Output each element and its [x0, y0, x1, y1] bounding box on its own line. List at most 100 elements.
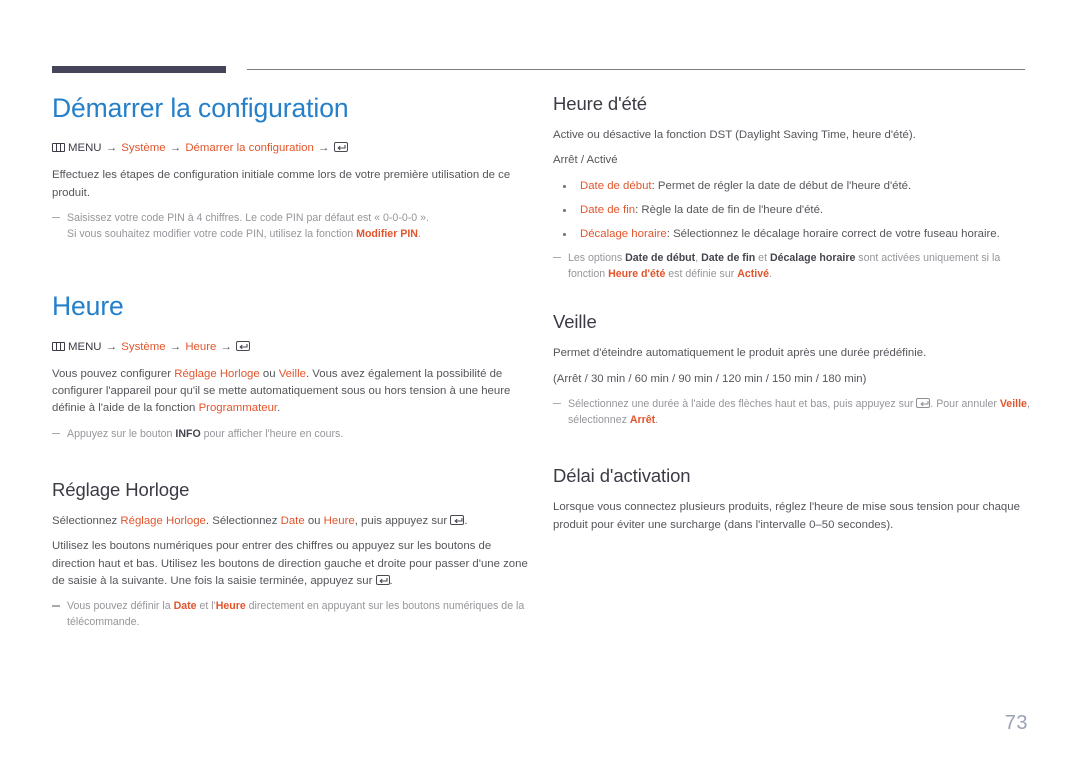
menu-step-demarrer: Démarrer la configuration	[185, 142, 314, 155]
para-rh-c: . Sélectionnez	[205, 514, 281, 527]
note-dh-a: Vous pouvez définir la	[67, 600, 174, 613]
page-number: 73	[1004, 712, 1028, 734]
page-title: Démarrer la configuration	[52, 93, 349, 123]
note-v-a: Sélectionnez une durée à l'aide des flèc…	[568, 398, 917, 411]
para-rh2-text: Utilisez les boutons numériques pour ent…	[52, 540, 528, 587]
section-reglage-horloge: Réglage Horloge Sélectionnez Réglage Hor…	[52, 478, 532, 631]
arrow-glyph: →	[318, 142, 330, 155]
note-v-f: .	[655, 414, 659, 427]
heading-heure: Heure	[52, 291, 124, 322]
bullet-desc: : Sélectionnez le décalage horaire corre…	[666, 228, 1000, 240]
note-oa-heure-dete: Heure d'été	[608, 268, 666, 281]
menu-step-systeme: Système	[121, 142, 166, 155]
note-oa-i: est définie sur	[665, 268, 738, 281]
header-rule-thin	[247, 69, 1025, 70]
note-info-c: pour afficher l'heure en cours.	[200, 427, 344, 440]
header-rule-thick	[52, 66, 226, 73]
menu-step-heure: Heure	[185, 340, 217, 353]
section-heure: Heure MENU → Système → Heure → Vous pouv…	[52, 290, 532, 442]
note-oa-date-fin: Date de fin	[701, 252, 756, 265]
section-demarrer-la-configuration: Démarrer la configuration MENU → Système…	[52, 92, 532, 242]
paragraph-veille: Permet d'éteindre automatiquement le pro…	[553, 347, 927, 360]
para-heure-reglage-horloge: Réglage Horloge	[174, 367, 260, 380]
arrow-glyph: →	[220, 340, 232, 353]
arrow-glyph: →	[105, 340, 118, 353]
section-heure-dete: Heure d'été Active ou désactive la fonct…	[553, 92, 1031, 282]
note-pin-modifier-pin: Modifier PIN	[356, 228, 418, 241]
enter-key-icon	[916, 398, 931, 409]
menu-label: MENU	[68, 142, 102, 155]
document-page: Démarrer la configuration MENU → Système…	[0, 0, 1080, 763]
paragraph-heure: Vous pouvez configurer Réglage Horloge o…	[52, 366, 532, 418]
note-info-a: Appuyez sur le bouton	[67, 427, 176, 440]
para-rh-h: .	[464, 514, 468, 527]
list-item: Décalage horaire: Sélectionnez le décala…	[553, 226, 1031, 243]
para-heure-a: Vous pouvez configurer	[52, 367, 175, 380]
note-dh-heure: Heure	[215, 600, 246, 613]
para-rh-e: ou	[304, 514, 324, 527]
para-rh2-end: .	[389, 574, 393, 587]
note-oa-e: et	[755, 252, 770, 265]
menu-icon	[52, 143, 65, 153]
para-heure-programmateur: Programmateur	[198, 402, 278, 415]
heading-veille: Veille	[553, 311, 597, 333]
heading-reglage-horloge: Réglage Horloge	[52, 478, 190, 500]
para-rh-date: Date	[280, 514, 305, 527]
section-delai-activation: Délai d'activation Lorsque vous connecte…	[553, 464, 1031, 534]
enter-key-icon	[333, 142, 348, 153]
options-heure-dete: Arrêt / Activé	[553, 154, 618, 167]
enter-key-icon	[375, 574, 390, 585]
paragraph-reglage-1: Sélectionnez Réglage Horloge. Sélectionn…	[52, 513, 532, 530]
paragraph-demarrer: Effectuez les étapes de configuration in…	[52, 169, 511, 199]
note-options-activees: Les options Date de début, Date de fin e…	[553, 250, 1031, 282]
note-oa-k: .	[768, 268, 772, 281]
bullet-term-decalage-horaire: Décalage horaire	[580, 228, 667, 240]
para-rh-g: , puis appuyez sur	[354, 514, 451, 527]
note-pin-line1: Saisissez votre code PIN à 4 chiffres. L…	[67, 212, 429, 225]
note-pin-line2-a: Si vous souhaitez modifier votre code PI…	[67, 228, 357, 241]
arrow-glyph: →	[169, 340, 182, 353]
header-rule	[52, 66, 1025, 74]
note-oa-decalage: Décalage horaire	[769, 252, 856, 265]
enter-key-icon	[236, 340, 251, 351]
section-veille: Veille Permet d'éteindre automatiquement…	[553, 310, 1031, 428]
note-info-label: INFO	[175, 427, 201, 440]
para-heure-veille: Veille	[278, 367, 306, 380]
note-pin-line2-c: .	[417, 228, 421, 241]
bullet-term-date-de-fin: Date de fin	[580, 203, 636, 216]
paragraph-heure-dete: Active ou désactive la fonction DST (Day…	[553, 129, 916, 142]
bullet-desc: : Règle la date de fin de l'heure d'été.	[635, 203, 824, 216]
bullet-term-date-de-debut: Date de début	[580, 179, 652, 192]
arrow-glyph: →	[169, 142, 182, 155]
note-v-b: . Pour annuler	[930, 398, 1000, 411]
note-oa-active: Activé	[737, 268, 769, 281]
left-column: Démarrer la configuration MENU → Système…	[52, 92, 532, 630]
para-rh-reglage-horloge: Réglage Horloge	[120, 514, 206, 527]
note-oa-a: Les options	[568, 252, 626, 265]
menu-path-demarrer: MENU → Système → Démarrer la configurati…	[52, 140, 532, 157]
note-info-button: Appuyez sur le bouton INFO pour afficher…	[52, 426, 532, 442]
note-oa-date-debut: Date de début	[625, 252, 696, 265]
para-heure-c: ou	[259, 367, 279, 380]
bullet-list-heure-dete: Date de début: Permet de régler la date …	[553, 178, 1031, 243]
enter-key-icon	[450, 514, 465, 525]
menu-label: MENU	[68, 340, 102, 353]
menu-path-heure: MENU → Système → Heure →	[52, 339, 532, 356]
heading-delai-activation: Délai d'activation	[553, 465, 691, 487]
list-item: Date de fin: Règle la date de fin de l'h…	[553, 202, 1031, 219]
paragraph-reglage-2: Utilisez les boutons numériques pour ent…	[52, 538, 532, 590]
list-item: Date de début: Permet de régler la date …	[553, 178, 1031, 195]
note-pin: Saisissez votre code PIN à 4 chiffres. L…	[52, 210, 532, 242]
note-v-veille: Veille	[999, 398, 1027, 411]
menu-step-systeme: Système	[121, 340, 166, 353]
options-veille: (Arrêt / 30 min / 60 min / 90 min / 120 …	[553, 372, 867, 385]
bullet-desc: : Permet de régler la date de début de l…	[651, 179, 912, 192]
paragraph-delai-activation: Lorsque vous connectez plusieurs produit…	[553, 501, 1020, 531]
note-date-heure: Vous pouvez définir la Date et l'Heure d…	[52, 598, 532, 630]
arrow-glyph: →	[105, 142, 118, 155]
menu-icon	[52, 341, 65, 351]
para-heure-g: .	[277, 402, 281, 415]
note-dh-date: Date	[173, 600, 197, 613]
para-rh-a: Sélectionnez	[52, 514, 121, 527]
note-dh-c: et l'	[196, 600, 216, 613]
